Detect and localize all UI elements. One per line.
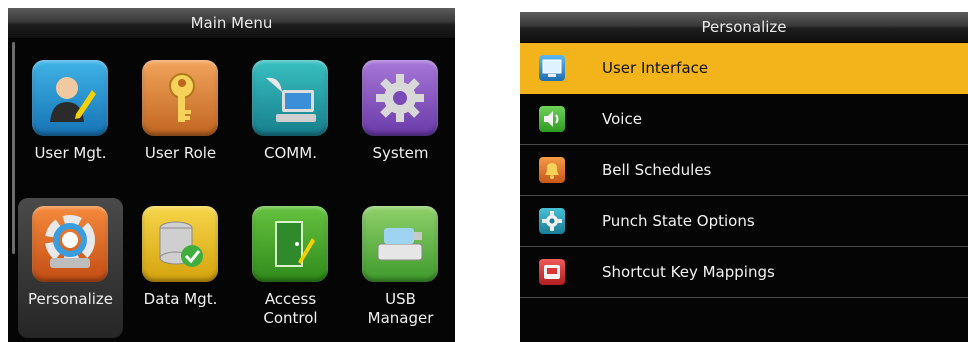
- menu-item-label: Access Control: [238, 290, 343, 328]
- menu-item-user-interface[interactable]: User Interface: [520, 43, 968, 94]
- gear-settings-icon: [539, 208, 565, 234]
- menu-item-voice[interactable]: Voice: [520, 94, 968, 145]
- menu-item-label: Punch State Options: [602, 212, 755, 230]
- menu-item-label: COMM.: [264, 144, 317, 162]
- personalize-menu: User Interface Voice Bell Schedules Punc…: [520, 43, 968, 298]
- key-icon: [142, 60, 218, 136]
- gear-icon: [362, 60, 438, 136]
- menu-item-label-line: USB: [385, 290, 416, 308]
- menu-item-bell-schedules[interactable]: Bell Schedules: [520, 145, 968, 196]
- user-edit-icon: [32, 60, 108, 136]
- menu-item-user-mgt[interactable]: User Mgt.: [18, 52, 123, 192]
- color-wheel-icon: [32, 206, 108, 282]
- menu-item-label: USB Manager: [348, 290, 453, 328]
- menu-item-label: Voice: [602, 110, 642, 128]
- menu-item-label: User Role: [144, 144, 217, 162]
- menu-item-user-role[interactable]: User Role: [128, 52, 233, 192]
- menu-item-label: Personalize: [27, 290, 114, 308]
- main-menu-title: Main Menu: [8, 8, 455, 39]
- door-icon: [252, 206, 328, 282]
- menu-item-label: User Interface: [602, 59, 709, 77]
- menu-item-label-line: Manager: [367, 309, 434, 327]
- bell-icon: [539, 157, 565, 183]
- menu-item-label: Shortcut Key Mappings: [602, 263, 775, 281]
- database-check-icon: [142, 206, 218, 282]
- menu-item-label-line: Access: [264, 290, 317, 308]
- menu-item-usb-manager[interactable]: USB Manager: [348, 198, 453, 338]
- keyboard-key-icon: [539, 259, 565, 285]
- main-menu-screen: Main Menu User Mgt. User Role COMM. Syst…: [8, 8, 455, 342]
- speaker-icon: [539, 106, 565, 132]
- monitor-icon: [539, 55, 565, 81]
- menu-item-comm[interactable]: COMM.: [238, 52, 343, 192]
- menu-item-label: Data Mgt.: [143, 290, 218, 308]
- personalize-screen: Personalize User Interface Voice Bell Sc…: [520, 12, 968, 342]
- menu-item-label: User Mgt.: [34, 144, 107, 162]
- menu-item-personalize[interactable]: Personalize: [18, 198, 123, 338]
- main-menu-scrollbar[interactable]: [12, 42, 15, 254]
- menu-item-system[interactable]: System: [348, 52, 453, 192]
- menu-item-access-control[interactable]: Access Control: [238, 198, 343, 338]
- menu-item-data-mgt[interactable]: Data Mgt.: [128, 198, 233, 338]
- menu-item-label: System: [372, 144, 429, 162]
- usb-drive-icon: [362, 206, 438, 282]
- menu-item-label: Bell Schedules: [602, 161, 712, 179]
- menu-item-shortcut-key-mappings[interactable]: Shortcut Key Mappings: [520, 247, 968, 298]
- computer-satellite-icon: [252, 60, 328, 136]
- personalize-title: Personalize: [520, 12, 968, 43]
- menu-item-punch-state-options[interactable]: Punch State Options: [520, 196, 968, 247]
- menu-item-label-line: Control: [263, 309, 318, 327]
